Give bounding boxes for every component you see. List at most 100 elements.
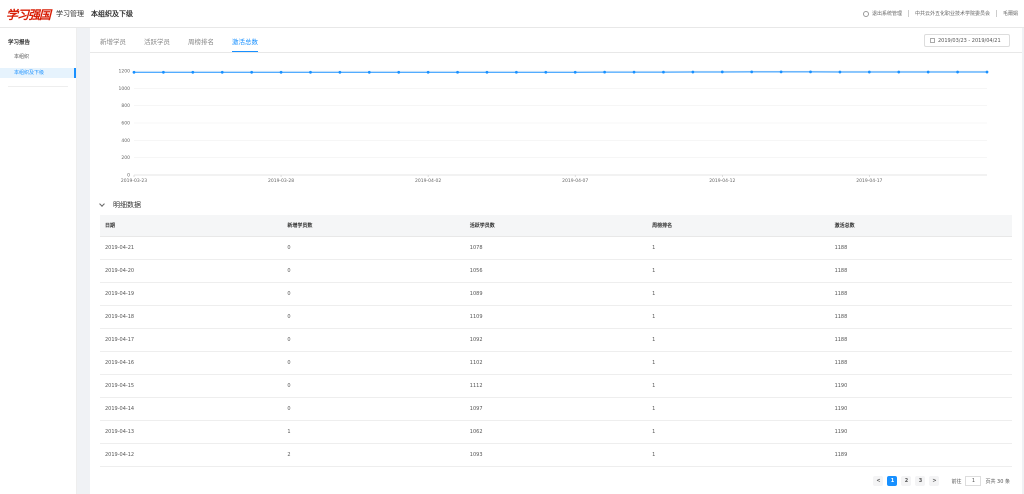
data-point [397, 70, 401, 74]
column-header-date: 日期 [105, 223, 116, 229]
sidebar-item-org-and-sub[interactable]: 本组织及下级 [0, 68, 76, 78]
user-icon [862, 10, 869, 17]
x-tick-label: 2019-03-23 [121, 178, 147, 184]
tabs-underline [90, 52, 1022, 53]
cell-new: 0 [287, 291, 291, 297]
sidebar-group-report[interactable]: 学习报告 [0, 28, 76, 46]
detail-section-header[interactable]: 明细数据 [99, 200, 141, 210]
table-row: 2019-04-16 0 1102 1 1188 [100, 352, 1012, 375]
table-row: 2019-04-18 0 1109 1 1188 [100, 306, 1012, 329]
data-point [191, 70, 195, 74]
table-header-row: 日期 新增学员数 活跃学员数 周榜排名 激活总数 [100, 215, 1012, 237]
top-bar: 学习强国 学习管理 本组织及下级 退出系统管理 中共云外五化职业技术学院委员会 … [0, 0, 1024, 28]
y-tick-label: 1200 [119, 69, 131, 75]
cell-active: 1093 [469, 452, 483, 458]
data-point [691, 70, 695, 74]
tab-weekly-rank[interactable]: 周榜排名 [188, 36, 214, 52]
data-point [897, 70, 901, 74]
prev-page-button[interactable]: < [873, 476, 884, 486]
data-point [514, 70, 518, 74]
sidebar-item-own-org[interactable]: 本组织 [0, 52, 76, 62]
column-header-rank: 周榜排名 [652, 223, 673, 229]
cell-rank: 1 [652, 291, 656, 297]
data-point [309, 70, 312, 74]
org-name-link[interactable]: 中共云外五化职业技术学院委员会 [915, 10, 990, 17]
cell-date: 2019-04-18 [105, 314, 135, 320]
username-link[interactable]: 毛爾娟 [1003, 10, 1018, 17]
date-range-picker[interactable]: 2019/03/23 - 2019/04/21 [924, 34, 1010, 47]
goto-page-input[interactable]: 1 [965, 476, 982, 486]
cell-date: 2019-04-13 [105, 429, 135, 435]
cell-new: 0 [287, 406, 291, 412]
pagination: < 1 2 3 > 前往 1 页共 30 条 [869, 476, 1010, 486]
divider [995, 10, 997, 17]
y-tick-label: 600 [121, 121, 130, 127]
cell-date: 2019-04-21 [105, 245, 135, 251]
y-tick-label: 1000 [119, 86, 131, 92]
data-point [809, 70, 812, 74]
page-button-3[interactable]: 3 [915, 476, 926, 486]
page-title: 本组织及下级 [91, 10, 133, 18]
cell-total: 1188 [834, 360, 848, 366]
cell-date: 2019-04-17 [105, 337, 135, 343]
column-header-new: 新增学员数 [287, 223, 313, 229]
y-tick-label: 400 [121, 138, 130, 144]
tab-new-members[interactable]: 新增学员 [100, 36, 126, 52]
calendar-icon [930, 38, 935, 43]
date-range-value: 2019/03/23 - 2019/04/21 [938, 37, 1001, 44]
table-row: 2019-04-13 1 1062 1 1190 [100, 421, 1012, 444]
data-point [456, 70, 459, 74]
table-row: 2019-04-14 0 1097 1 1190 [100, 398, 1012, 421]
page-button-1[interactable]: 1 [887, 476, 898, 486]
data-point [279, 70, 283, 74]
cell-new: 1 [287, 429, 291, 435]
cell-active: 1109 [469, 314, 483, 320]
y-tick-label: 200 [121, 155, 130, 161]
data-point [250, 70, 254, 74]
logo[interactable]: 学习强国 学习管理 [6, 6, 84, 22]
cell-active: 1056 [469, 268, 483, 274]
cell-total: 1188 [834, 245, 848, 251]
cell-new: 0 [287, 314, 291, 320]
data-point [426, 70, 430, 74]
cell-total: 1189 [834, 452, 848, 458]
y-tick-label: 800 [121, 103, 130, 109]
table-row: 2019-04-15 0 1112 1 1190 [100, 375, 1012, 398]
cell-date: 2019-04-16 [105, 360, 135, 366]
x-tick-label: 2019-04-07 [562, 178, 588, 184]
cell-date: 2019-04-19 [105, 291, 135, 297]
x-tick-label: 2019-03-28 [268, 178, 294, 184]
divider [907, 10, 909, 17]
cell-rank: 1 [652, 268, 656, 274]
cell-date: 2019-04-14 [105, 406, 135, 412]
goto-label: 前往 [951, 478, 962, 485]
data-point [867, 70, 871, 74]
data-point [132, 70, 136, 74]
data-point [603, 70, 607, 74]
cell-total: 1190 [834, 406, 848, 412]
table-row: 2019-04-19 0 1089 1 1188 [100, 283, 1012, 306]
tab-total-activated[interactable]: 激活总数 [232, 36, 258, 52]
x-tick-label: 2019-04-12 [709, 178, 735, 184]
cell-new: 2 [287, 452, 291, 458]
page-button-2[interactable]: 2 [901, 476, 912, 486]
cell-total: 1188 [834, 337, 848, 343]
cell-active: 1097 [469, 406, 483, 412]
next-page-button[interactable]: > [929, 476, 940, 486]
table-body: 2019-04-21 0 1078 1 1188 2019-04-20 0 1056 1 1188… [100, 237, 1012, 467]
cell-new: 0 [287, 360, 291, 366]
tab-active-members[interactable]: 活跃学员 [144, 36, 170, 52]
cell-total: 1188 [834, 268, 848, 274]
cell-rank: 1 [652, 383, 656, 389]
line-chart: 0 200 400 600 800 1000 1200 2019-03-23 2019-03-2… [119, 69, 989, 184]
cell-new: 0 [287, 268, 291, 274]
exit-admin-link[interactable]: 退出系统管理 [872, 10, 902, 17]
cell-rank: 1 [652, 429, 656, 435]
data-point [956, 70, 959, 74]
data-point [838, 70, 842, 74]
data-point [544, 70, 548, 74]
y-tick-label: 0 [127, 173, 130, 179]
detail-title: 明细数据 [113, 201, 141, 209]
cell-rank: 1 [652, 406, 656, 412]
cell-date: 2019-04-20 [105, 268, 135, 274]
